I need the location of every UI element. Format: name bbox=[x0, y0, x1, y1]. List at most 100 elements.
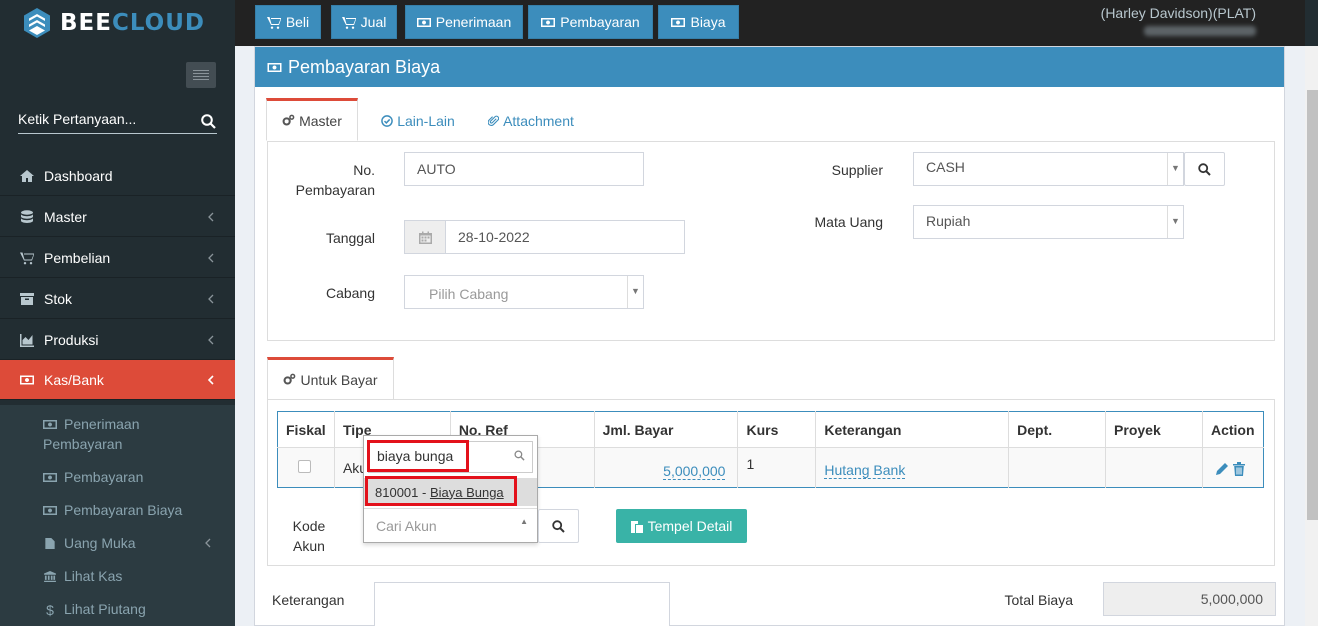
mata-uang-label: Mata Uang bbox=[814, 214, 883, 230]
submenu-item-uang-muka[interactable]: Uang Muka bbox=[43, 533, 223, 553]
supplier-select[interactable]: CASH ▼ bbox=[913, 152, 1184, 186]
total-biaya-field: 5,000,000 bbox=[1103, 582, 1276, 616]
search-icon bbox=[1198, 162, 1211, 176]
nav-beli-label: Beli bbox=[285, 14, 310, 30]
check-circle-icon bbox=[381, 115, 394, 127]
keterangan-textarea[interactable] bbox=[374, 582, 670, 626]
kurs-cell[interactable]: 1 bbox=[737, 447, 817, 488]
cart-icon bbox=[19, 250, 35, 266]
nav-jual-button[interactable]: Jual bbox=[331, 5, 397, 39]
chevron-left-icon bbox=[207, 375, 214, 385]
file-icon bbox=[45, 538, 55, 549]
sidebar-search-input[interactable] bbox=[18, 108, 188, 130]
col-header-jml-bayar: Jml. Bayar bbox=[594, 411, 739, 448]
sidebar-item-master[interactable]: Master bbox=[0, 197, 235, 237]
cart-icon bbox=[341, 16, 356, 29]
edit-icon[interactable] bbox=[1215, 462, 1229, 476]
top-navbar: BEECLOUD Beli Jual Penerimaan Pembayaran… bbox=[0, 0, 1318, 46]
money-icon bbox=[43, 473, 57, 482]
col-header-fiskal: Fiskal bbox=[277, 411, 335, 448]
cari-akun-select[interactable]: Cari Akun ▲ bbox=[364, 508, 537, 542]
cabang-label: Cabang bbox=[325, 285, 375, 301]
cogs-icon bbox=[284, 373, 296, 385]
submenu-item-pembayaran-biaya[interactable]: Pembayaran Biaya bbox=[43, 500, 182, 520]
archive-icon bbox=[19, 291, 35, 307]
tab-untuk-bayar[interactable]: Untuk Bayar bbox=[267, 357, 394, 400]
akun-search-button[interactable] bbox=[538, 509, 579, 543]
dropdown-caret-icon: ▼ bbox=[1167, 206, 1183, 238]
cart-icon bbox=[266, 16, 281, 29]
page-title: Pembayaran Biaya bbox=[288, 56, 441, 77]
sidebar-item-dashboard[interactable]: Dashboard bbox=[0, 156, 235, 196]
sidebar-item-pembelian[interactable]: Pembelian bbox=[0, 238, 235, 278]
nav-beli-button[interactable]: Beli bbox=[255, 5, 321, 39]
total-biaya-label: Total Biaya bbox=[1004, 592, 1073, 608]
user-email-blurred bbox=[1144, 26, 1256, 36]
calendar-icon[interactable] bbox=[404, 220, 446, 254]
tanggal-field[interactable]: 28-10-2022 bbox=[445, 220, 685, 254]
paste-icon bbox=[630, 520, 643, 533]
submenu-item-pembayaran[interactable]: Pembayaran bbox=[43, 467, 143, 487]
money-icon bbox=[19, 372, 35, 388]
trash-icon[interactable] bbox=[1232, 461, 1245, 476]
sidebar-search bbox=[18, 108, 217, 134]
proyek-cell[interactable] bbox=[1105, 447, 1203, 488]
search-icon[interactable] bbox=[201, 114, 216, 129]
dollar-icon: $ bbox=[46, 602, 54, 618]
fiskal-checkbox[interactable] bbox=[298, 459, 311, 473]
submenu-item-lihat-kas[interactable]: Lihat Kas bbox=[43, 566, 122, 586]
tab-label: Attachment bbox=[503, 113, 574, 129]
page-scrollbar-thumb[interactable] bbox=[1307, 90, 1318, 520]
jml-bayar-value[interactable]: 5,000,000 bbox=[663, 456, 726, 480]
money-icon bbox=[267, 62, 282, 72]
nav-biaya-button[interactable]: Biaya bbox=[658, 5, 739, 39]
sidebar-item-label: Master bbox=[44, 208, 87, 225]
no-pembayaran-label: No. Pembayaran bbox=[295, 162, 375, 198]
tab-label: Lain-Lain bbox=[397, 113, 455, 129]
supplier-search-button[interactable] bbox=[1184, 152, 1225, 186]
user-menu[interactable]: (Harley Davidson)(PLAT) bbox=[1101, 5, 1256, 36]
tempel-detail-button[interactable]: Tempel Detail bbox=[616, 509, 747, 543]
search-highlight-box bbox=[367, 440, 469, 472]
sidebar-toggle-button[interactable] bbox=[186, 62, 216, 88]
mata-uang-select[interactable]: Rupiah ▼ bbox=[913, 205, 1184, 239]
no-pembayaran-field[interactable]: AUTO bbox=[404, 152, 644, 186]
beecloud-logo-icon bbox=[24, 8, 50, 38]
money-icon bbox=[671, 17, 686, 27]
nav-biaya-label: Biaya bbox=[690, 14, 726, 30]
money-icon bbox=[541, 17, 556, 27]
money-icon bbox=[416, 17, 431, 27]
sidebar-item-label: Kas/Bank bbox=[44, 371, 104, 388]
tab-master[interactable]: Master bbox=[266, 98, 358, 141]
option-highlight-box bbox=[365, 476, 517, 506]
dept-cell[interactable] bbox=[1008, 447, 1107, 488]
col-header-dept: Dept. bbox=[1008, 411, 1107, 448]
sidebar-item-label: Stok bbox=[44, 290, 73, 307]
app-logo[interactable]: BEECLOUD bbox=[0, 0, 235, 46]
chevron-left-icon bbox=[208, 253, 214, 263]
search-icon bbox=[552, 519, 565, 533]
nav-penerimaan-button[interactable]: Penerimaan bbox=[405, 5, 523, 39]
money-icon bbox=[43, 506, 57, 515]
submenu-item-lihat-piutang[interactable]: $ Lihat Piutang bbox=[43, 599, 146, 619]
logo-text-cloud: CLOUD bbox=[111, 10, 206, 36]
nav-pembayaran-button[interactable]: Pembayaran bbox=[528, 5, 653, 39]
supplier-label: Supplier bbox=[831, 162, 883, 178]
tab-lain-lain[interactable]: Lain-Lain bbox=[373, 101, 463, 141]
tab-attachment[interactable]: Attachment bbox=[481, 101, 581, 141]
payment-panel: Pembayaran Biaya Master Lain-Lain Attach… bbox=[254, 46, 1285, 626]
kas-bank-submenu: Penerimaan Pembayaran Pembayaran Pembayar… bbox=[0, 405, 235, 626]
dropdown-caret-icon: ▼ bbox=[1167, 153, 1183, 185]
sidebar-item-kas-bank[interactable]: Kas/Bank bbox=[0, 360, 243, 400]
submenu-item-penerimaan-pembayaran[interactable]: Penerimaan Pembayaran bbox=[43, 414, 140, 454]
cogs-icon bbox=[282, 114, 295, 126]
sidebar-item-produksi[interactable]: Produksi bbox=[0, 320, 235, 360]
logo-text-bee: BEE bbox=[60, 10, 112, 36]
sidebar-item-stok[interactable]: Stok bbox=[0, 279, 235, 319]
col-header-action: Action bbox=[1202, 411, 1264, 448]
cabang-select[interactable]: Pilih Cabang ▼ bbox=[404, 275, 644, 309]
sidebar: Dashboard Master Pembelian Stok Produksi… bbox=[0, 46, 243, 626]
keterangan-value[interactable]: Hutang Bank bbox=[824, 456, 906, 479]
sidebar-item-label: Dashboard bbox=[44, 167, 113, 184]
paperclip-icon bbox=[488, 115, 500, 126]
